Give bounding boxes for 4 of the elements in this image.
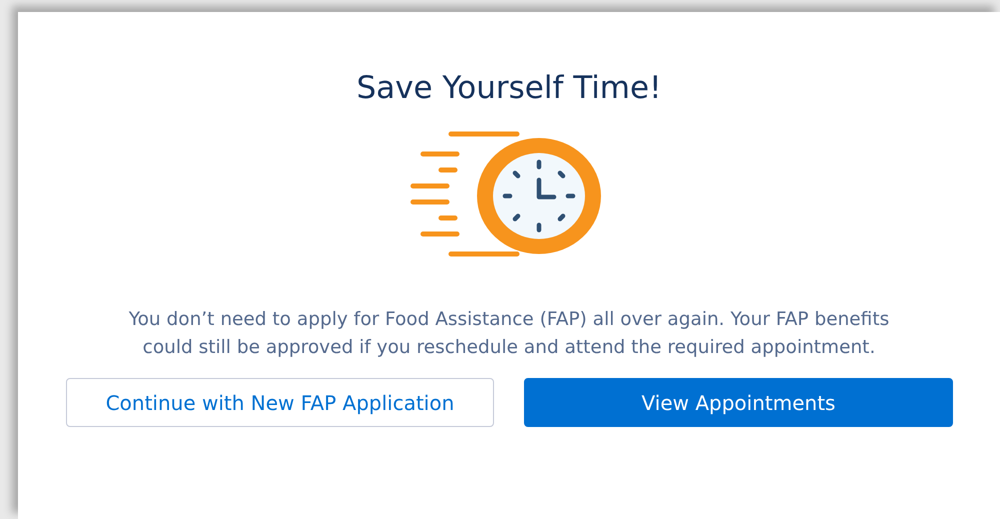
dialog-message: You don’t need to apply for Food Assistance (FAP) all over again. Your FAP benefits could still be approved if you reschedule and attend the required appointment. bbox=[128, 308, 890, 360]
view-appointments-button[interactable]: View Appointments bbox=[524, 378, 953, 428]
dialog-title: Save Yourself Time! bbox=[355, 69, 663, 108]
continue-application-button[interactable]: Continue with New FAP Application bbox=[66, 378, 494, 428]
